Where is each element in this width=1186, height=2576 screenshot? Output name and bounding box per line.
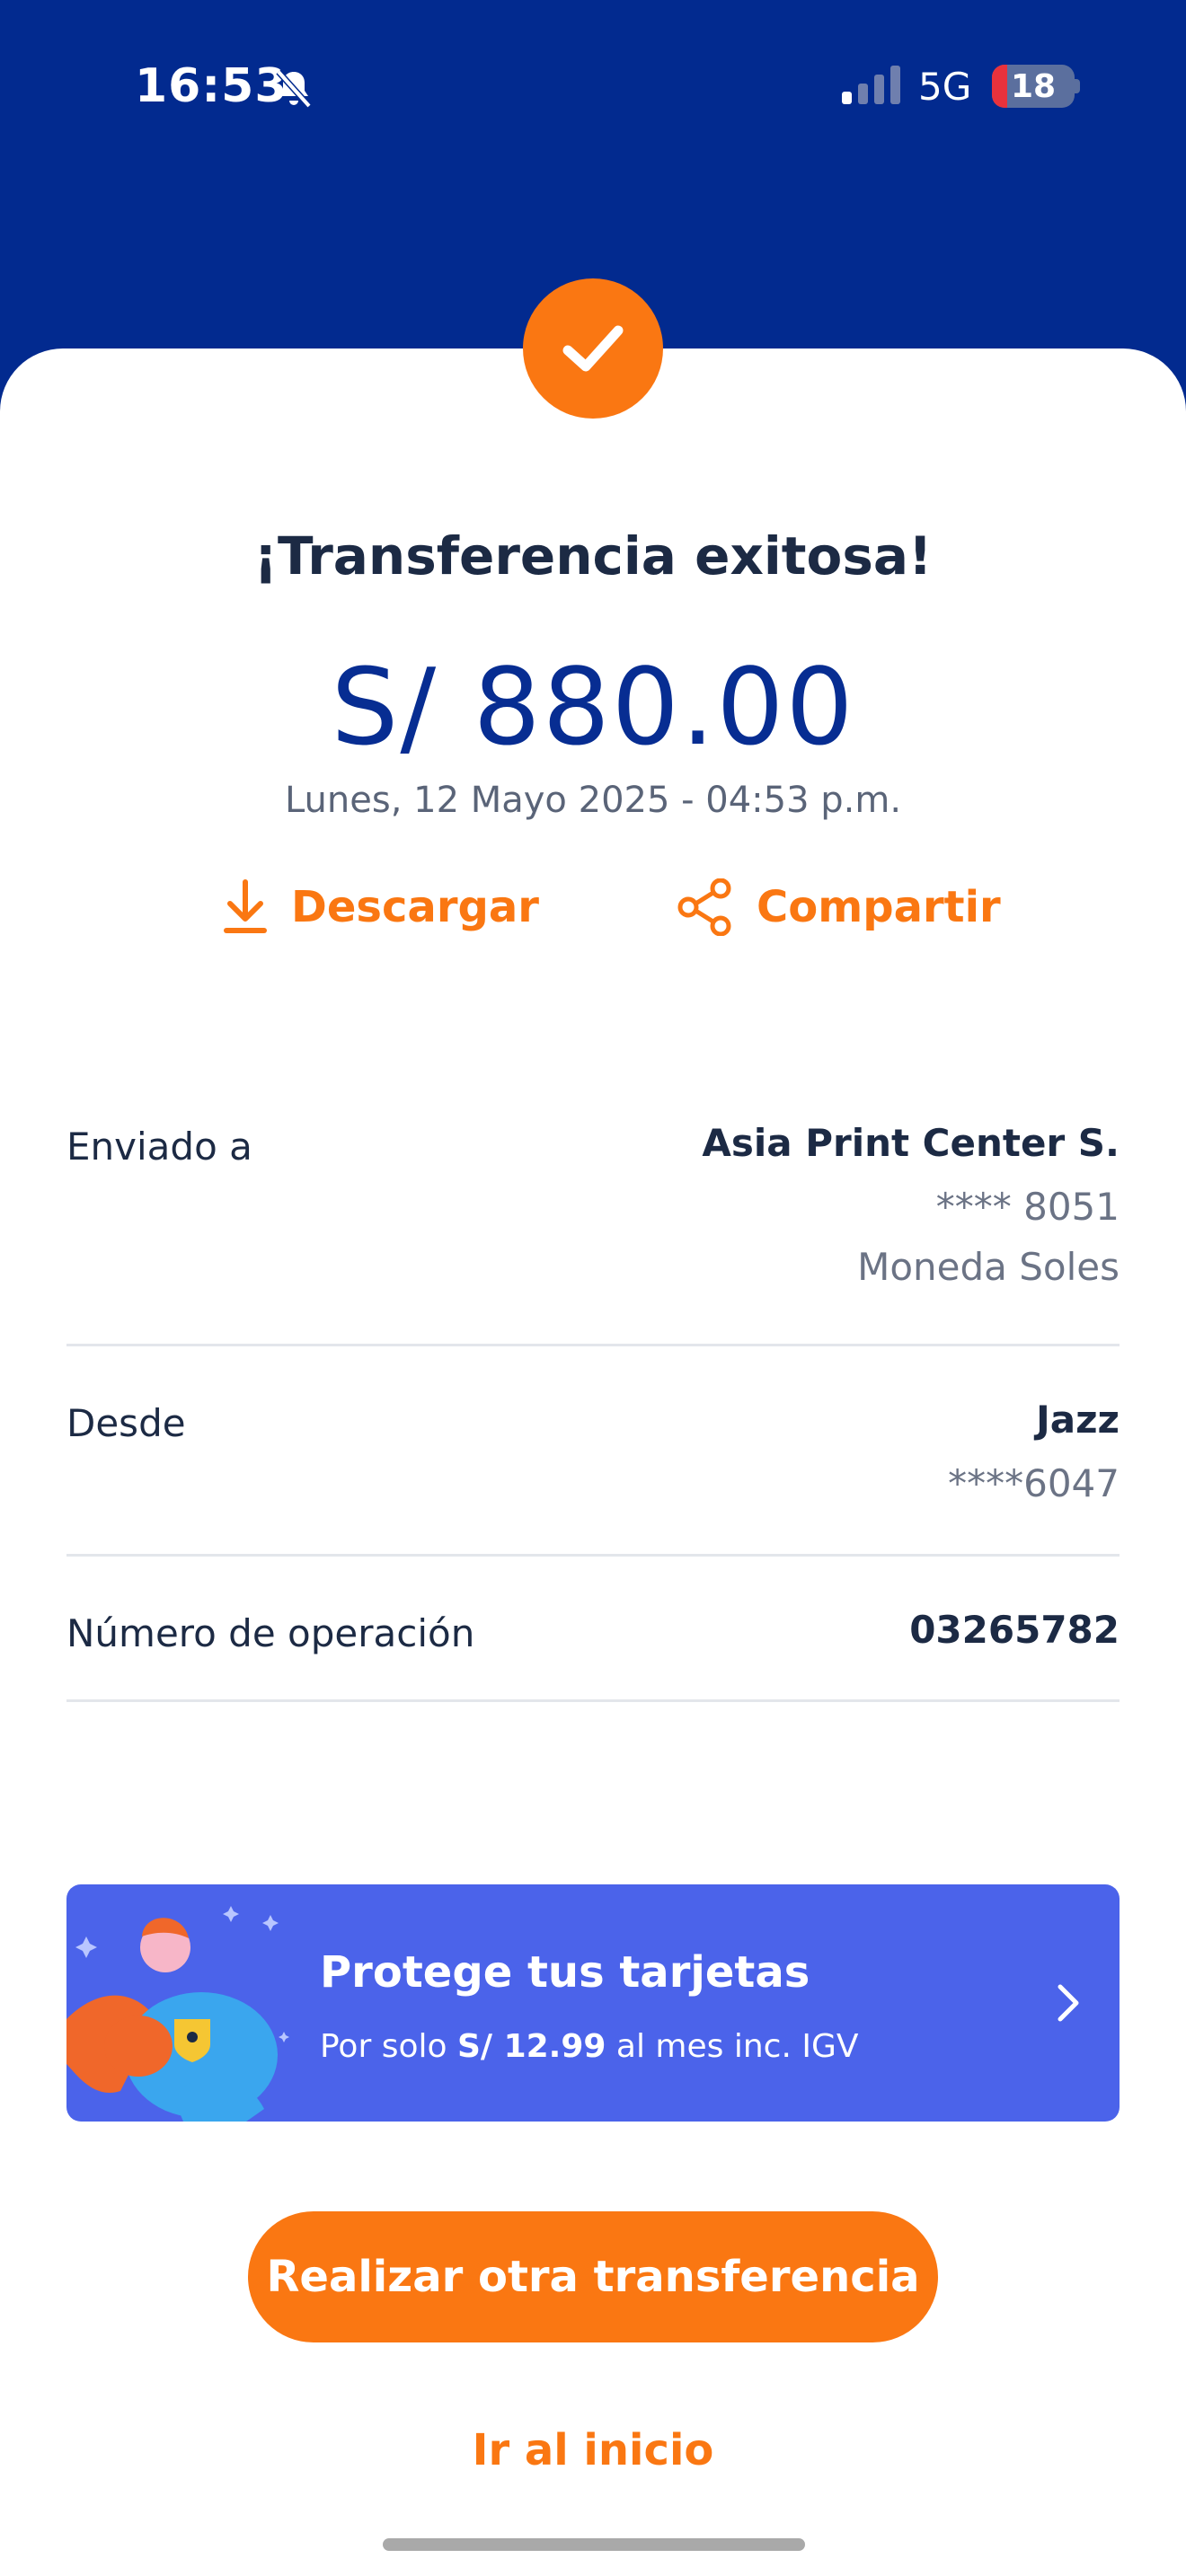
page-title: ¡Transferencia exitosa! [253,525,933,587]
protect-cards-banner[interactable]: Protege tus tarjetas Por solo S/ 12.99 a… [66,1884,1120,2122]
from-values: Jazz ****6047 [948,1398,1120,1505]
battery-level: 18 [1010,67,1057,105]
divider [66,1554,1120,1557]
battery-indicator: 18 [992,65,1075,108]
divider [66,1344,1120,1346]
source-name: Jazz [1036,1398,1120,1442]
home-indicator [383,2538,805,2551]
transfer-amount: S/ 880.00 [331,645,855,769]
operation-label: Número de operación [66,1611,475,1655]
signal-icon [842,66,900,104]
new-transfer-button[interactable]: Realizar otra transferencia [248,2211,938,2342]
share-icon [677,878,731,936]
bell-muted-icon [276,69,312,109]
operation-number: 03265782 [909,1608,1120,1652]
promo-price: S/ 12.99 [456,2028,606,2065]
success-badge [523,278,663,419]
sent-to-label: Enviado a [66,1125,252,1169]
download-button[interactable]: Descargar [223,871,539,943]
status-bar: 16:53 5G 18 [0,0,1186,180]
recipient-account: **** 8051 [935,1185,1120,1229]
transfer-success-screen: 16:53 5G 18 ¡Transferencia exitosa! S/ 8… [0,0,1186,2576]
source-account: ****6047 [948,1461,1120,1505]
recipient-currency: Moneda Soles [857,1245,1120,1289]
promo-subtitle: Por solo S/ 12.99 al mes inc. IGV [320,2028,858,2065]
share-label: Compartir [757,882,1001,932]
superhero-illustration [66,1906,289,2122]
chevron-right-icon [1058,1984,1079,2022]
promo-sub-prefix: Por solo [320,2028,447,2065]
operation-values: 03265782 [909,1608,1120,1652]
download-label: Descargar [291,882,539,932]
battery-tip [1075,79,1080,93]
download-icon [224,879,267,933]
checkmark-icon [562,325,624,372]
sent-to-row: Enviado a Asia Print Center S. **** 8051… [66,1121,1120,1301]
promo-title: Protege tus tarjetas [320,1947,810,1998]
recipient-name: Asia Print Center S. [702,1121,1120,1165]
from-label: Desde [66,1401,186,1445]
network-label: 5G [918,65,972,109]
divider [66,1699,1120,1702]
transfer-datetime: Lunes, 12 Mayo 2025 - 04:53 p.m. [284,780,902,821]
sent-to-values: Asia Print Center S. **** 8051 Moneda So… [702,1121,1120,1289]
status-time: 16:53 [135,59,288,113]
from-row: Desde Jazz ****6047 [66,1398,1120,1514]
go-home-link[interactable]: Ir al inicio [0,2425,1186,2475]
operation-row: Número de operación 03265782 [66,1608,1120,1662]
promo-sub-suffix: al mes inc. IGV [615,2028,859,2065]
share-button[interactable]: Compartir [676,871,1001,943]
